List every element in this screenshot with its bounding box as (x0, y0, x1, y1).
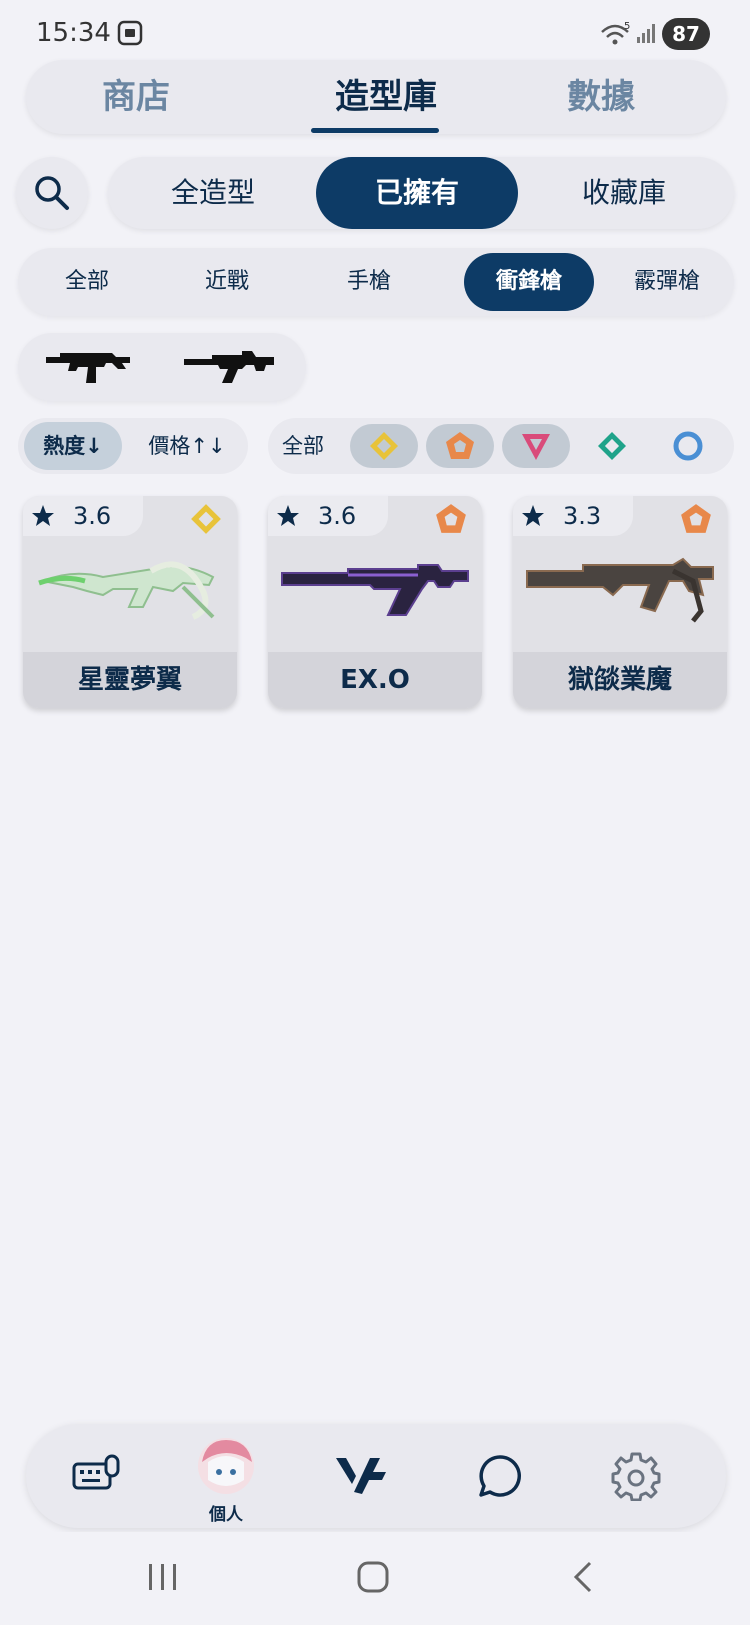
skin-name: 獄燄業魔 (513, 652, 727, 708)
category-smg[interactable]: 衝鋒槍 (464, 253, 594, 311)
skin-rating: 3.6 (268, 496, 388, 536)
nav-home[interactable] (332, 1424, 392, 1528)
avatar (198, 1438, 254, 1494)
category-shotgun[interactable]: 霰彈槍 (602, 253, 732, 311)
category-pistol[interactable]: 手槍 (306, 253, 432, 311)
skin-name: 星靈夢翼 (23, 652, 237, 708)
skin-image (526, 557, 714, 623)
system-nav-bar (0, 1532, 750, 1625)
sort-popularity[interactable]: 熱度↓ (24, 422, 122, 470)
premium-tier-icon (370, 432, 398, 460)
ownership-filter: 全造型 已擁有 收藏庫 (108, 157, 734, 229)
category-all[interactable]: 全部 (24, 253, 150, 311)
rating-value: 3.6 (318, 502, 357, 530)
premium-tier-button[interactable] (350, 424, 418, 468)
rating-value: 3.6 (73, 502, 112, 530)
app-logo-icon (336, 1458, 386, 1494)
exclusive-tier-icon (436, 504, 466, 533)
tab-stats[interactable]: 數據 (526, 60, 676, 134)
skin-card[interactable]: 3.6 星靈夢翼 (23, 496, 237, 708)
search-icon (35, 176, 69, 210)
deluxe-tier-icon (598, 432, 626, 460)
skin-card[interactable]: 3.6 EX.O (268, 496, 482, 708)
premium-tier-icon (191, 504, 221, 534)
category-melee[interactable]: 近戰 (164, 253, 290, 311)
keyboard-mouse-icon (72, 1454, 120, 1490)
sort-price[interactable]: 價格↑↓ (134, 422, 240, 470)
search-button[interactable] (16, 157, 88, 229)
recent-apps-icon[interactable] (146, 1560, 180, 1594)
nav-profile-label: 個人 (209, 1505, 243, 1525)
active-tab-indicator (311, 128, 439, 133)
nav-profile[interactable]: 個人 (196, 1424, 256, 1528)
weapon-selector (18, 333, 306, 401)
ultra-tier-icon (522, 434, 550, 460)
tab-shop[interactable]: 商店 (66, 60, 206, 134)
nav-chat[interactable] (470, 1424, 530, 1528)
deluxe-tier-button[interactable] (578, 424, 646, 468)
select-tier-button[interactable] (654, 424, 722, 468)
exclusive-tier-button[interactable] (426, 424, 494, 468)
wifi-icon: 5 (601, 21, 630, 45)
rating-value: 3.3 (563, 502, 602, 530)
skin-name: EX.O (268, 652, 482, 708)
filter-all-skins[interactable]: 全造型 (118, 157, 308, 229)
nav-settings[interactable] (606, 1424, 666, 1528)
chat-icon (479, 1455, 521, 1497)
nav-loadout[interactable] (66, 1424, 126, 1528)
exclusive-tier-icon (681, 504, 711, 533)
weapon-category-filter: 全部 近戰 手槍 衝鋒槍 霰彈槍 (18, 248, 734, 316)
gear-icon (611, 1452, 661, 1501)
wifi-badge: 5 (624, 21, 630, 32)
ultra-tier-button[interactable] (502, 424, 570, 468)
sort-control: 熱度↓ 價格↑↓ (18, 418, 248, 474)
skin-card[interactable]: 3.3 獄燄業魔 (513, 496, 727, 708)
skin-rating: 3.6 (23, 496, 143, 536)
filter-favorites[interactable]: 收藏庫 (524, 157, 724, 229)
skin-image (38, 561, 215, 620)
star-icon (277, 505, 299, 526)
tab-collection[interactable]: 造型庫 (296, 60, 476, 134)
smg-stinger-icon[interactable] (42, 345, 134, 389)
signal-icon (637, 24, 655, 43)
home-button-icon[interactable] (356, 1560, 390, 1594)
battery-badge: 87 (662, 18, 710, 50)
top-tab-bar: 商店 造型庫 數據 (26, 60, 726, 134)
select-tier-icon (673, 431, 703, 461)
bottom-nav: 個人 (26, 1424, 726, 1528)
status-time: 15:34 (36, 18, 111, 48)
star-icon (522, 505, 544, 526)
smg-spectre-icon[interactable] (182, 345, 278, 389)
skin-image (281, 564, 469, 616)
skin-rating: 3.3 (513, 496, 633, 536)
star-icon (32, 505, 54, 526)
filter-owned[interactable]: 已擁有 (316, 157, 518, 229)
tier-filter: 全部 (268, 418, 734, 474)
exclusive-tier-icon (446, 432, 474, 459)
screen-record-icon (117, 20, 143, 46)
back-icon[interactable] (568, 1560, 602, 1594)
tier-all[interactable]: 全部 (282, 422, 324, 470)
